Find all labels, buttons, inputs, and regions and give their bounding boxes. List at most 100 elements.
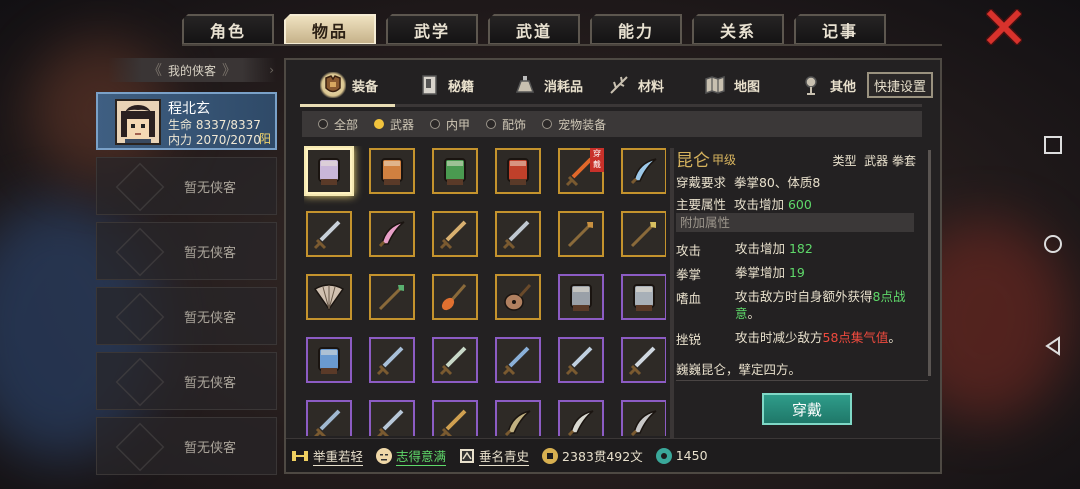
equip-button[interactable]: 穿戴 — [762, 393, 852, 425]
filter-pet-gear[interactable]: 宠物装备 — [542, 116, 606, 133]
filter-label: 全部 — [334, 117, 359, 132]
category-manuals[interactable]: 秘籍 — [416, 66, 474, 104]
blade-icon — [378, 221, 405, 248]
gauntlet-icon — [318, 347, 340, 374]
status-bar: 举重若轻 志得意满 垂名青史 2383贯492文 1450 — [286, 438, 940, 472]
tab-martial-way[interactable]: 武道 — [488, 14, 580, 45]
item-slot[interactable] — [621, 274, 666, 320]
empty-slot-label: 暂无侠客 — [183, 375, 236, 391]
close-button[interactable] — [984, 7, 1024, 47]
grid-scrollbar[interactable] — [670, 148, 674, 438]
quick-settings-button[interactable]: 快捷设置 — [867, 72, 933, 98]
hero-avatar — [115, 99, 161, 145]
spear-icon — [378, 285, 404, 311]
item-grid: 穿戴 — [304, 146, 666, 436]
sword-icon — [313, 220, 341, 250]
gauntlet-icon — [444, 158, 466, 185]
item-slot[interactable] — [369, 211, 415, 257]
item-slot[interactable] — [306, 148, 352, 194]
status-fame[interactable]: 垂名青史 — [458, 446, 530, 466]
item-slot[interactable]: 穿戴 — [558, 148, 604, 194]
item-flavor-text: 巍巍昆仑，擘定四方。 — [676, 362, 802, 377]
chevron-right-icon[interactable]: 》 — [222, 60, 236, 80]
category-equipment[interactable]: 装备 — [320, 66, 378, 104]
hero-tag: 阳 — [258, 132, 271, 146]
item-slot[interactable] — [558, 211, 604, 257]
empty-hero-slot[interactable]: 暂无侠客 — [96, 222, 277, 280]
tab-abilities[interactable]: 能力 — [590, 14, 682, 45]
chevron-left-icon[interactable]: 《 — [148, 60, 162, 80]
item-slot[interactable] — [432, 400, 478, 436]
item-main-attribute: 主要属性 攻击增加 600 — [676, 194, 812, 213]
item-name: 昆仑 — [676, 151, 710, 171]
item-slot[interactable] — [495, 274, 541, 320]
sword-icon — [502, 220, 530, 250]
face-icon — [376, 447, 393, 464]
empty-slot-icon — [115, 162, 165, 212]
detail-scrollbar[interactable] — [928, 150, 931, 376]
item-slot[interactable] — [558, 337, 604, 383]
empty-slot-label: 暂无侠客 — [183, 245, 236, 261]
item-slot[interactable] — [621, 148, 666, 194]
blade-icon — [567, 410, 594, 436]
item-slot[interactable] — [432, 337, 478, 383]
top-tab-bar: 角色 物品 武学 武道 能力 关系 记事 — [182, 14, 886, 45]
blade-icon — [504, 410, 531, 436]
tab-relations[interactable]: 关系 — [692, 14, 784, 45]
back-icon[interactable] — [1042, 335, 1064, 357]
attr-highlight: 58点集气值 — [822, 330, 889, 345]
tab-martial-arts[interactable]: 武学 — [386, 14, 478, 45]
empty-hero-slot[interactable]: 暂无侠客 — [96, 417, 277, 475]
chevron-right-small-icon[interactable]: › — [269, 63, 274, 77]
empty-slot-icon — [115, 422, 165, 472]
category-maps[interactable]: 地图 — [702, 66, 760, 104]
item-slot[interactable] — [432, 148, 478, 194]
tab-journal[interactable]: 记事 — [794, 14, 886, 45]
category-other[interactable]: 其他 — [798, 66, 856, 104]
item-slot[interactable] — [369, 400, 415, 436]
status-strength-label: 举重若轻 — [313, 446, 364, 466]
recent-apps-icon[interactable] — [1042, 134, 1064, 156]
tab-divider — [182, 44, 942, 46]
item-slot[interactable] — [369, 274, 415, 320]
item-slot[interactable] — [558, 400, 604, 436]
empty-hero-slot[interactable]: 暂无侠客 — [96, 352, 277, 410]
item-slot[interactable] — [306, 337, 352, 383]
item-slot[interactable] — [306, 274, 352, 320]
status-strength[interactable]: 举重若轻 — [290, 446, 364, 466]
item-slot[interactable] — [621, 400, 666, 436]
item-slot[interactable] — [369, 148, 415, 194]
money-amount: 2383贯492文 — [562, 449, 643, 464]
item-slot[interactable] — [495, 211, 541, 257]
filter-inner-armor[interactable]: 内甲 — [430, 116, 470, 133]
category-consumables[interactable]: 消耗品 — [512, 66, 583, 104]
item-slot[interactable] — [306, 211, 352, 257]
empty-hero-slot[interactable]: 暂无侠客 — [96, 157, 277, 215]
filter-weapon[interactable]: 武器 — [374, 116, 414, 133]
item-slot[interactable] — [621, 337, 666, 383]
tab-items[interactable]: 物品 — [284, 14, 376, 45]
item-slot[interactable] — [558, 274, 604, 320]
item-slot[interactable] — [495, 400, 541, 436]
sword-icon — [376, 346, 404, 376]
item-slot[interactable] — [495, 148, 541, 194]
item-slot[interactable] — [306, 400, 352, 436]
empty-hero-slot[interactable]: 暂无侠客 — [96, 287, 277, 345]
filter-accessory[interactable]: 配饰 — [486, 116, 526, 133]
tab-character[interactable]: 角色 — [182, 14, 274, 45]
potion-icon — [512, 72, 538, 98]
category-materials[interactable]: 材料 — [606, 66, 664, 104]
item-slot[interactable] — [369, 337, 415, 383]
blade-icon — [630, 410, 657, 436]
item-slot[interactable] — [495, 337, 541, 383]
hero-card[interactable]: 程北玄 生命 8337/8337 内力 2070/2070 阳 — [96, 92, 277, 150]
item-slot[interactable] — [432, 211, 478, 257]
home-icon[interactable] — [1042, 233, 1064, 255]
item-slot[interactable] — [432, 274, 478, 320]
lute-icon — [504, 283, 532, 311]
filter-all[interactable]: 全部 — [318, 116, 358, 133]
status-mood[interactable]: 志得意满 — [375, 446, 447, 466]
item-slot[interactable] — [621, 211, 666, 257]
detail-divider — [676, 380, 928, 381]
herb-icon — [606, 72, 632, 98]
